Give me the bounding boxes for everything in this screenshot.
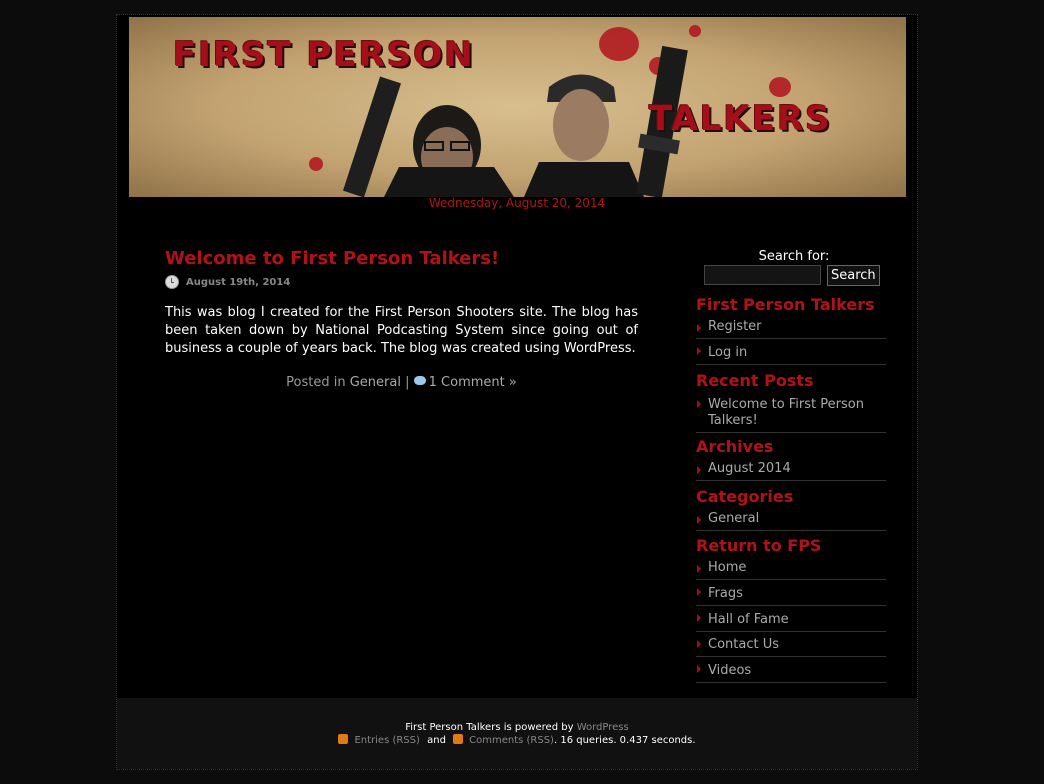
- clock-icon: [165, 275, 179, 289]
- post-meta: Posted in General | 1 Comment »: [165, 375, 638, 390]
- sidebar-item-register[interactable]: Register: [696, 316, 886, 339]
- footer-powered-text: First Person Talkers is powered by: [405, 722, 574, 733]
- footer-rss-line: Entries (RSS) and Comments (RSS). 16 que…: [117, 734, 917, 748]
- widget-title-categories: Categories: [696, 487, 794, 506]
- widget-title-archives: Archives: [696, 437, 774, 456]
- sidebar-item-login[interactable]: Log in: [696, 339, 886, 365]
- widget-title-recent: Recent Posts: [696, 371, 814, 390]
- post-body: This was blog I created for the First Pe…: [165, 305, 638, 356]
- sidebar-item-frags[interactable]: Frags: [696, 580, 886, 606]
- search-form: Search: [704, 265, 886, 286]
- posted-in-label: Posted in: [286, 375, 346, 390]
- footer-powered-line: First Person Talkers is powered by WordP…: [117, 698, 917, 734]
- widget-archives: Archives August 2014: [696, 436, 886, 481]
- man-left-figure: [342, 76, 514, 197]
- rss-icon: [453, 734, 464, 744]
- footer-stats: . 16 queries. 0.437 seconds.: [553, 735, 696, 746]
- page-wrapper: FIRST PERSON TALKERS Wednesday, August 2…: [116, 14, 918, 770]
- category-link[interactable]: General: [350, 375, 401, 390]
- header-banner[interactable]: FIRST PERSON TALKERS: [129, 17, 906, 197]
- meta-separator: |: [405, 375, 410, 390]
- widget-return-fps: Return to FPS Home Frags Hall of Fame Co…: [696, 535, 886, 683]
- post-title[interactable]: Welcome to First Person Talkers!: [165, 247, 638, 271]
- post-date-row: August 19th, 2014: [165, 273, 638, 291]
- footer-and: and: [427, 735, 446, 746]
- search-input[interactable]: [704, 265, 821, 285]
- sidebar: Search for: Search First Person Talkers …: [696, 249, 886, 683]
- sidebar-item-recent-post[interactable]: Welcome to First Person Talkers!: [696, 392, 886, 433]
- sidebar-item-contact-us[interactable]: Contact Us: [696, 632, 886, 657]
- sidebar-item-videos[interactable]: Videos: [696, 657, 886, 683]
- widget-categories: Categories General: [696, 486, 886, 531]
- entries-rss-link[interactable]: Entries (RSS): [354, 735, 419, 746]
- search-label: Search for:: [758, 249, 830, 264]
- wordpress-link[interactable]: WordPress: [577, 722, 629, 733]
- widget-title-site: First Person Talkers: [696, 295, 875, 314]
- sidebar-item-august-2014[interactable]: August 2014: [696, 458, 886, 481]
- rss-icon: [338, 734, 349, 744]
- comment-icon: [413, 376, 426, 385]
- comments-rss-link[interactable]: Comments (RSS): [469, 735, 554, 746]
- current-date: Wednesday, August 20, 2014: [428, 196, 606, 210]
- main-content: Welcome to First Person Talkers! August …: [165, 247, 638, 390]
- comments-link[interactable]: 1 Comment »: [429, 375, 517, 390]
- sidebar-item-home[interactable]: Home: [696, 557, 886, 580]
- search-button[interactable]: Search: [827, 265, 880, 286]
- widget-recent-posts: Recent Posts Welcome to First Person Tal…: [696, 370, 886, 433]
- logo-line-2: TALKERS: [649, 99, 832, 139]
- sidebar-item-general[interactable]: General: [696, 508, 886, 531]
- footer: First Person Talkers is powered by WordP…: [117, 698, 917, 769]
- widget-title-fps: Return to FPS: [696, 536, 822, 555]
- sidebar-item-hall-of-fame[interactable]: Hall of Fame: [696, 606, 886, 632]
- logo-line-1: FIRST PERSON: [173, 35, 475, 75]
- post-date: August 19th, 2014: [186, 276, 291, 288]
- widget-site: First Person Talkers Register Log in: [696, 294, 886, 365]
